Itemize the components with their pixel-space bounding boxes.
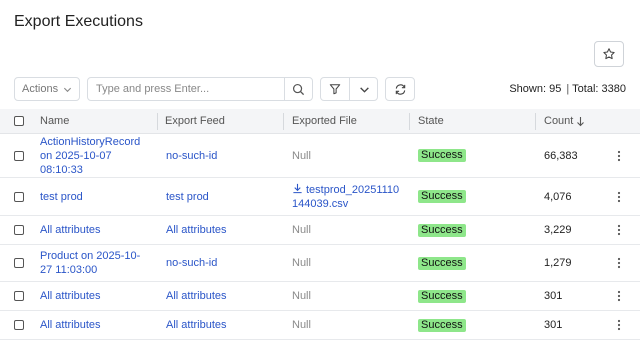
- table-row[interactable]: Product on 2025-10-27 11:03:00 no-such-i…: [0, 245, 640, 282]
- search-button[interactable]: [284, 78, 312, 100]
- count-separator: |: [566, 83, 570, 95]
- filter-button[interactable]: [321, 78, 350, 100]
- filter-group: [320, 77, 378, 101]
- row-count: 301: [544, 319, 563, 331]
- row-feed-link[interactable]: no-such-id: [166, 149, 217, 163]
- star-icon: [603, 48, 615, 60]
- row-count: 4,076: [544, 190, 572, 203]
- column-header-count[interactable]: Count: [544, 109, 585, 134]
- row-name-link[interactable]: All attributes: [40, 289, 101, 303]
- row-count: 66,383: [544, 149, 578, 162]
- row-menu-button[interactable]: [614, 149, 624, 163]
- refresh-button[interactable]: [385, 77, 415, 101]
- row-name-link[interactable]: All attributes: [40, 318, 101, 332]
- kebab-menu-icon: [617, 319, 621, 331]
- row-checkbox[interactable]: [14, 150, 24, 161]
- chevron-down-icon: [359, 86, 369, 93]
- search-box: [87, 77, 313, 101]
- row-count: 3,229: [544, 224, 572, 236]
- table-row[interactable]: All attributes All attributes Null Succe…: [0, 311, 640, 340]
- column-header-name[interactable]: Name: [40, 109, 69, 134]
- status-badge: Success: [418, 256, 466, 270]
- kebab-menu-icon: [617, 224, 621, 236]
- row-name-link[interactable]: Product on 2025-10-27 11:03:00: [40, 249, 152, 277]
- column-header-export-feed[interactable]: Export Feed: [165, 109, 225, 134]
- download-icon: [293, 183, 302, 193]
- status-badge: Success: [418, 223, 466, 237]
- row-count: 1,279: [544, 257, 572, 269]
- row-checkbox[interactable]: [14, 225, 24, 235]
- total-count: Total: 3380: [572, 83, 626, 95]
- column-header-state[interactable]: State: [418, 109, 444, 134]
- column-divider: [409, 113, 410, 130]
- kebab-menu-icon: [617, 290, 621, 302]
- row-file: Null: [292, 257, 311, 269]
- kebab-menu-icon: [617, 150, 621, 161]
- row-file: Null: [292, 319, 311, 331]
- kebab-menu-icon: [617, 257, 621, 269]
- table-row[interactable]: test prod test prod testprod_20251110144…: [0, 178, 640, 216]
- filter-icon: [329, 84, 341, 95]
- table-header: Name Export Feed Exported File State Cou…: [0, 109, 640, 134]
- status-badge: Success: [418, 318, 466, 332]
- row-file: Null: [292, 224, 311, 236]
- table-row[interactable]: All attributes All attributes Null Succe…: [0, 282, 640, 311]
- column-divider: [535, 113, 536, 130]
- kebab-menu-icon: [617, 191, 621, 202]
- result-counts: Shown: 95 | Total: 3380: [509, 83, 626, 95]
- row-feed-link[interactable]: no-such-id: [166, 256, 217, 270]
- table-row[interactable]: ActionHistoryRecord on 2025-10-07 08:10:…: [0, 134, 640, 178]
- row-name-link[interactable]: test prod: [40, 190, 83, 204]
- row-menu-button[interactable]: [614, 289, 624, 303]
- favorite-button[interactable]: [594, 41, 624, 67]
- row-name-link[interactable]: ActionHistoryRecord on 2025-10-07 08:10:…: [40, 135, 140, 177]
- actions-label: Actions: [22, 83, 59, 95]
- column-header-exported-file[interactable]: Exported File: [292, 109, 357, 134]
- status-badge: Success: [418, 289, 466, 303]
- row-feed-link[interactable]: All attributes: [166, 223, 227, 237]
- row-count: 301: [544, 290, 563, 302]
- filter-dropdown-button[interactable]: [350, 78, 378, 100]
- row-file: Null: [292, 290, 311, 302]
- arrow-down-icon: [577, 117, 585, 127]
- shown-count: Shown: 95: [509, 83, 562, 95]
- row-feed-link[interactable]: All attributes: [166, 289, 227, 303]
- row-checkbox[interactable]: [14, 191, 24, 202]
- row-menu-button[interactable]: [614, 318, 624, 332]
- search-icon: [292, 83, 305, 95]
- refresh-icon: [395, 83, 405, 95]
- select-all-checkbox[interactable]: [14, 116, 24, 126]
- table-row[interactable]: All attributes All attributes Null Succe…: [0, 216, 640, 245]
- row-feed-link[interactable]: test prod: [166, 190, 209, 204]
- row-menu-button[interactable]: [614, 190, 624, 204]
- toolbar: Actions Shown: 95 |Total: 3380: [14, 77, 626, 101]
- row-file: Null: [292, 149, 311, 162]
- row-feed-link[interactable]: All attributes: [166, 318, 227, 332]
- chevron-down-icon: [63, 87, 72, 93]
- row-file-name: testprod_20251110144039.csv: [292, 183, 400, 210]
- row-name-link[interactable]: All attributes: [40, 223, 101, 237]
- page-title: Export Executions: [14, 13, 143, 30]
- row-file-link[interactable]: testprod_20251110144039.csv: [292, 183, 404, 211]
- row-checkbox[interactable]: [14, 258, 24, 268]
- search-input[interactable]: [88, 78, 284, 100]
- column-divider: [283, 113, 284, 130]
- status-badge: Success: [418, 190, 466, 203]
- executions-table: Name Export Feed Exported File State Cou…: [0, 109, 640, 340]
- status-badge: Success: [418, 149, 466, 162]
- actions-dropdown[interactable]: Actions: [14, 77, 80, 101]
- column-divider: [157, 113, 158, 130]
- count-header-label: Count: [544, 115, 574, 127]
- row-menu-button[interactable]: [614, 256, 624, 270]
- row-menu-button[interactable]: [614, 223, 624, 237]
- row-checkbox[interactable]: [14, 291, 24, 301]
- row-checkbox[interactable]: [14, 320, 24, 330]
